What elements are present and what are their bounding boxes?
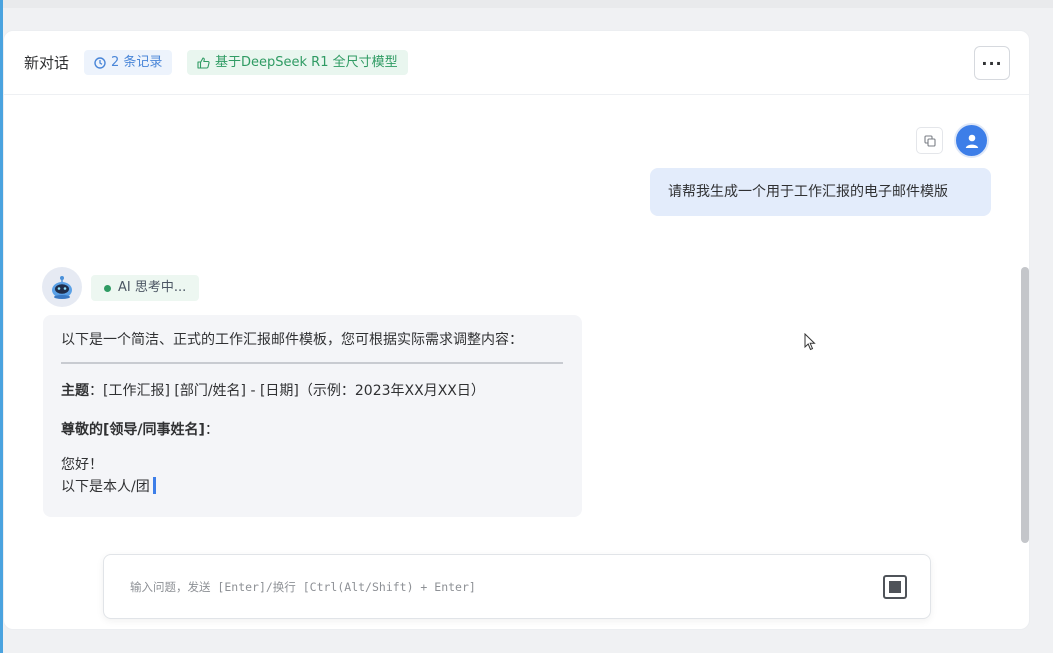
copy-button[interactable]: [916, 127, 943, 154]
ai-greeting: 您好！: [61, 457, 103, 473]
mouse-pointer-icon: [804, 333, 816, 351]
user-icon: [965, 134, 978, 148]
ai-status-badge: AI 思考中...: [91, 275, 200, 301]
salutation-colon: ：: [204, 422, 219, 438]
ai-streaming-line: 以下是本人/团: [61, 476, 564, 498]
records-count: 2 条记录: [111, 55, 163, 70]
conversation-title: 新对话: [24, 54, 70, 72]
window-top-strip: [0, 0, 1053, 8]
ai-message: 以下是一个简洁、正式的工作汇报邮件模板，您可根据实际需求调整内容： 主题：[工作…: [43, 315, 582, 517]
model-label: 基于DeepSeek R1 全尺寸模型: [215, 55, 398, 70]
chat-panel: 新对话 2 条记录 基于DeepSeek R1 全尺寸模型 ··· 请帮我生成一…: [3, 30, 1030, 630]
message-input-box: [103, 554, 931, 619]
stop-button[interactable]: [883, 575, 907, 599]
more-horizontal-icon: ···: [981, 53, 1003, 73]
ai-intro-text: 以下是一个简洁、正式的工作汇报邮件模板，您可根据实际需求调整内容：: [61, 332, 523, 348]
records-badge[interactable]: 2 条记录: [84, 50, 173, 75]
scrollbar[interactable]: [1021, 267, 1029, 543]
thumbs-up-icon: [197, 56, 210, 69]
ai-status-text: AI 思考中...: [118, 280, 187, 295]
user-avatar: [954, 123, 989, 158]
user-message: 请帮我生成一个用于工作汇报的电子邮件模版: [650, 168, 991, 216]
chat-header: 新对话 2 条记录 基于DeepSeek R1 全尺寸模型 ···: [4, 31, 1029, 95]
robot-icon: [52, 276, 72, 299]
divider: [61, 362, 563, 364]
message-input[interactable]: [130, 576, 830, 598]
more-options-button[interactable]: ···: [974, 46, 1010, 80]
subject-text: ：[工作汇报] [部门/姓名] - [日期]（示例：2023年XX月XX日）: [89, 383, 485, 399]
ai-avatar: [42, 267, 82, 307]
ai-partial-text: 以下是本人/团: [61, 479, 150, 495]
model-badge: 基于DeepSeek R1 全尺寸模型: [187, 50, 408, 75]
typing-cursor: [152, 477, 156, 494]
subject-label: 主题: [61, 383, 89, 399]
salutation-name: 尊敬的[领导/同事姓名]: [61, 422, 205, 438]
stop-icon: [889, 581, 901, 593]
copy-icon: [923, 134, 936, 147]
status-dot: [104, 284, 111, 292]
clock-icon: [94, 56, 106, 69]
ai-subject-line: 主题：[工作汇报] [部门/姓名] - [日期]（示例：2023年XX月XX日）: [61, 380, 564, 402]
ai-salutation: 尊敬的[领导/同事姓名]：: [61, 419, 564, 441]
